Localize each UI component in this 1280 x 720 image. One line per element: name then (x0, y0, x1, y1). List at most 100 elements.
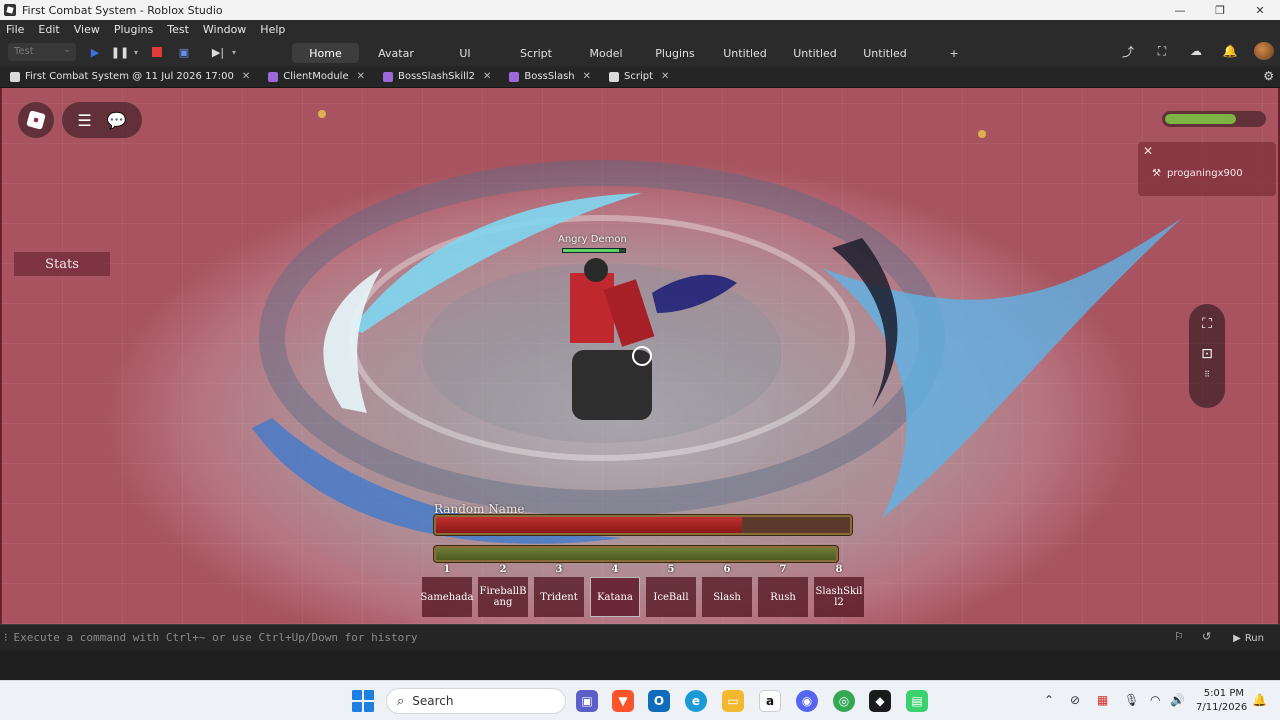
hotbar-slot-3[interactable]: 3 Trident (534, 564, 584, 617)
outlook-icon[interactable]: O (648, 690, 670, 712)
hotbar-slot-7[interactable]: 7 Rush (758, 564, 808, 617)
hotbar-slot-8[interactable]: 8 SlashSkill2 (814, 564, 864, 617)
notifications-icon[interactable]: 🔔 (1220, 44, 1240, 58)
menu-help[interactable]: Help (260, 23, 285, 36)
microphone-icon[interactable]: 🎙 (1124, 693, 1139, 707)
menu-window[interactable]: Window (203, 23, 246, 36)
edge-icon[interactable]: e (685, 690, 707, 712)
close-icon[interactable]: ✕ (357, 71, 365, 82)
teams-icon[interactable]: ▣ (576, 690, 598, 712)
slot-key: 3 (555, 564, 563, 575)
hotbar-slot-6[interactable]: 6 Slash (702, 564, 752, 617)
file-explorer-icon[interactable]: ▭ (722, 690, 744, 712)
brave-icon[interactable]: ▼ (612, 690, 634, 712)
pause-options-icon[interactable]: ▾ (128, 44, 144, 60)
doc-tab-place[interactable]: First Combat System @ 11 Jul 2026 17:00 … (0, 66, 258, 88)
boss-head (584, 258, 608, 282)
play-icon[interactable]: ▶ (87, 44, 103, 60)
game-viewport[interactable]: ☰ 💬 ✕ ⚒ proganingx900 Stats ⛶ ⊡ ⠿ Angry … (0, 88, 1280, 624)
client-server-icon[interactable]: ▣ (176, 44, 192, 60)
pause-icon[interactable]: ❚❚ (111, 44, 129, 60)
tab-ui[interactable]: UI (448, 43, 482, 63)
tab-untitled-2[interactable]: Untitled (786, 43, 844, 63)
add-tab-button[interactable]: + (944, 43, 964, 63)
window-title: First Combat System - Roblox Studio (22, 3, 223, 17)
doc-tab-label: ClientModule (283, 71, 349, 82)
tab-model[interactable]: Model (580, 43, 632, 63)
hotbar-slot-4[interactable]: 4 Katana (590, 564, 640, 617)
minimize-button[interactable]: — (1160, 0, 1200, 20)
run-label: Run (1244, 632, 1264, 644)
tab-plugins[interactable]: Plugins (646, 43, 704, 63)
tab-home[interactable]: Home (292, 43, 359, 63)
close-icon[interactable]: ✕ (483, 71, 491, 82)
bookmark-icon[interactable]: ⚐ (1174, 630, 1184, 643)
roblox-menu-button[interactable] (18, 102, 54, 138)
hotbar-slot-2[interactable]: 2 FireballBang (478, 564, 528, 617)
menu-view[interactable]: View (74, 23, 100, 36)
taskbar-clock[interactable]: 5:01 PM 7/11/2026 (1196, 687, 1248, 715)
close-icon[interactable]: ✕ (1143, 144, 1153, 158)
taskbar-search[interactable]: ⌕ Search (386, 688, 566, 714)
command-input[interactable]: Execute a command with Ctrl+~ or use Ctr… (14, 631, 418, 644)
amazon-icon[interactable]: a (759, 690, 781, 712)
module-script-icon (268, 71, 279, 82)
player-username: proganingx900 (1166, 168, 1243, 179)
chrome-icon[interactable]: ◎ (833, 690, 855, 712)
slot-key: 8 (835, 564, 843, 575)
stats-button[interactable]: Stats (14, 252, 110, 276)
drag-handle-icon[interactable]: ⠿ (1204, 370, 1210, 379)
close-button[interactable]: ✕ (1240, 0, 1280, 20)
close-icon[interactable]: ✕ (583, 71, 591, 82)
test-mode-select[interactable]: Test ⌄ (8, 43, 76, 61)
restore-button[interactable]: ❐ (1200, 0, 1240, 20)
doc-tab-bossslashskill2[interactable]: BossSlashSkill2 ✕ (373, 66, 499, 88)
hotbar-slot-5[interactable]: 5 IceBall (646, 564, 696, 617)
android-app-icon[interactable]: ▤ (906, 690, 928, 712)
tab-avatar[interactable]: Avatar (368, 43, 424, 63)
notification-bell-icon[interactable]: 🔔 (1252, 693, 1267, 707)
menu-plugins[interactable]: Plugins (114, 23, 153, 36)
doc-tab-script[interactable]: Script ✕ (599, 66, 677, 88)
share-icon[interactable]: ⤴ (1118, 43, 1138, 60)
tab-untitled-1[interactable]: Untitled (716, 43, 774, 63)
cloud-icon[interactable]: ☁ (1186, 44, 1206, 58)
step-options-icon[interactable]: ▾ (226, 44, 242, 60)
collaborate-icon[interactable]: ⛶ (1152, 44, 1172, 59)
run-button[interactable]: ▶ Run (1227, 629, 1270, 647)
stop-icon[interactable] (149, 44, 165, 60)
step-icon[interactable]: ▶| (210, 44, 226, 60)
history-icon[interactable]: ↺ (1202, 630, 1211, 643)
slot-key: 7 (779, 564, 787, 575)
clock-date: 7/11/2026 (1196, 702, 1248, 713)
volume-icon[interactable]: 🔊 (1170, 693, 1185, 707)
location-off-icon[interactable]: ⊘ (1070, 693, 1080, 707)
wifi-icon[interactable]: ◠ (1150, 693, 1160, 707)
menu-test[interactable]: Test (167, 23, 189, 36)
close-icon[interactable]: ✕ (661, 71, 669, 82)
tray-overflow-icon[interactable]: ⌃ (1044, 693, 1054, 707)
tray-app-icon[interactable]: ▦ (1097, 693, 1108, 707)
discord-icon[interactable]: ◉ (796, 690, 818, 712)
screenshot-icon[interactable]: ⛶ (1202, 316, 1212, 332)
windows-start-icon[interactable] (352, 690, 374, 712)
avatar[interactable] (1254, 42, 1274, 60)
close-icon[interactable]: ✕ (242, 71, 250, 82)
tab-script[interactable]: Script (510, 43, 562, 63)
menu-file[interactable]: File (6, 23, 24, 36)
document-tabs: First Combat System @ 11 Jul 2026 17:00 … (0, 66, 1280, 88)
player-list-entry[interactable]: ⚒ proganingx900 (1152, 168, 1243, 179)
tab-untitled-3[interactable]: Untitled (856, 43, 914, 63)
hotbar-slot-1[interactable]: 1 Samehada (421, 564, 474, 617)
hamburger-menu-icon[interactable]: ☰ (77, 111, 91, 130)
menu-edit[interactable]: Edit (38, 23, 59, 36)
boss-body (570, 273, 614, 343)
record-icon[interactable]: ⊡ (1201, 346, 1213, 362)
chat-icon[interactable]: 💬 (107, 111, 127, 130)
hotbar: 1 Samehada 2 FireballBang 3 Trident 4 Ka… (421, 564, 864, 618)
doc-tab-bossslash[interactable]: BossSlash ✕ (499, 66, 599, 88)
gear-icon[interactable]: ⚙ (1263, 69, 1274, 83)
doc-tab-clientmodule[interactable]: ClientModule ✕ (258, 66, 373, 88)
title-bar: First Combat System - Roblox Studio — ❐ … (0, 0, 1280, 20)
roblox-studio-taskbar-icon[interactable]: ◆ (869, 690, 891, 712)
